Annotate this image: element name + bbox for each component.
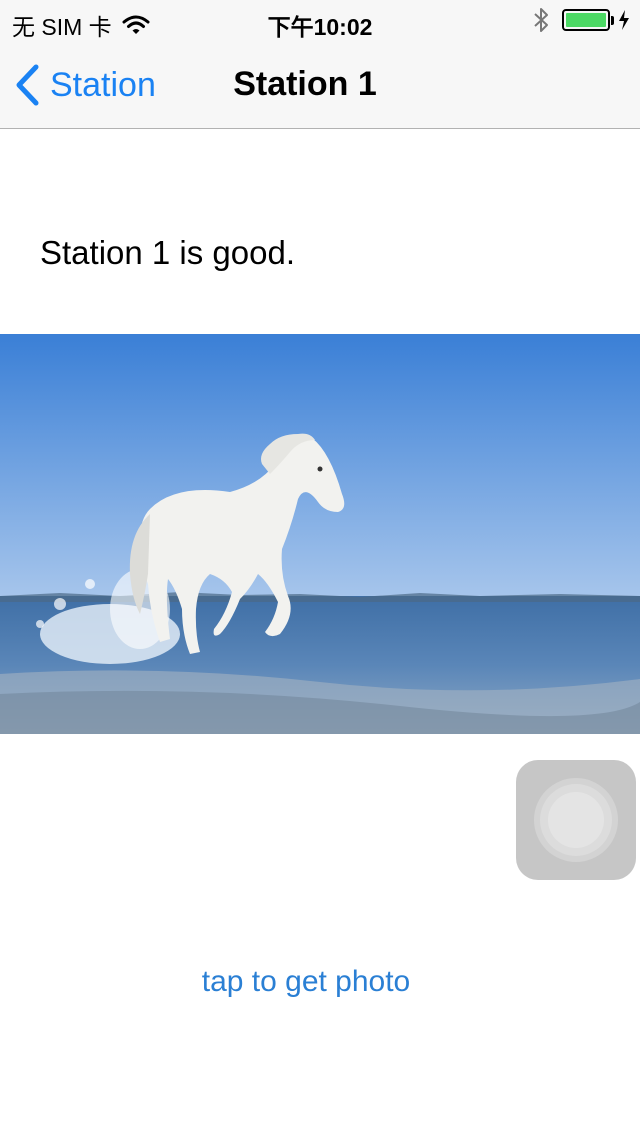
status-right-group	[532, 6, 630, 34]
top-bar: 无 SIM 卡 下午10:02 Station Station 1	[0, 0, 640, 129]
battery-level	[566, 13, 606, 27]
battery-nub	[611, 15, 614, 25]
status-bar: 无 SIM 卡 下午10:02	[0, 0, 640, 40]
bluetooth-icon	[532, 6, 550, 34]
battery-body	[562, 9, 610, 31]
get-photo-link[interactable]: tap to get photo	[0, 965, 612, 999]
battery-icon	[562, 9, 630, 31]
screen: 无 SIM 卡 下午10:02 Station Station 1 Statio…	[0, 0, 640, 1136]
station-description: Station 1 is good.	[40, 234, 296, 271]
page-title: Station 1	[233, 65, 377, 103]
charging-bolt-icon	[618, 9, 630, 31]
assistive-touch-dot	[548, 792, 604, 848]
assistive-touch-button[interactable]	[516, 760, 636, 880]
navigation-bar: Station Station 1	[0, 40, 640, 129]
white-horse-photo	[0, 334, 640, 734]
